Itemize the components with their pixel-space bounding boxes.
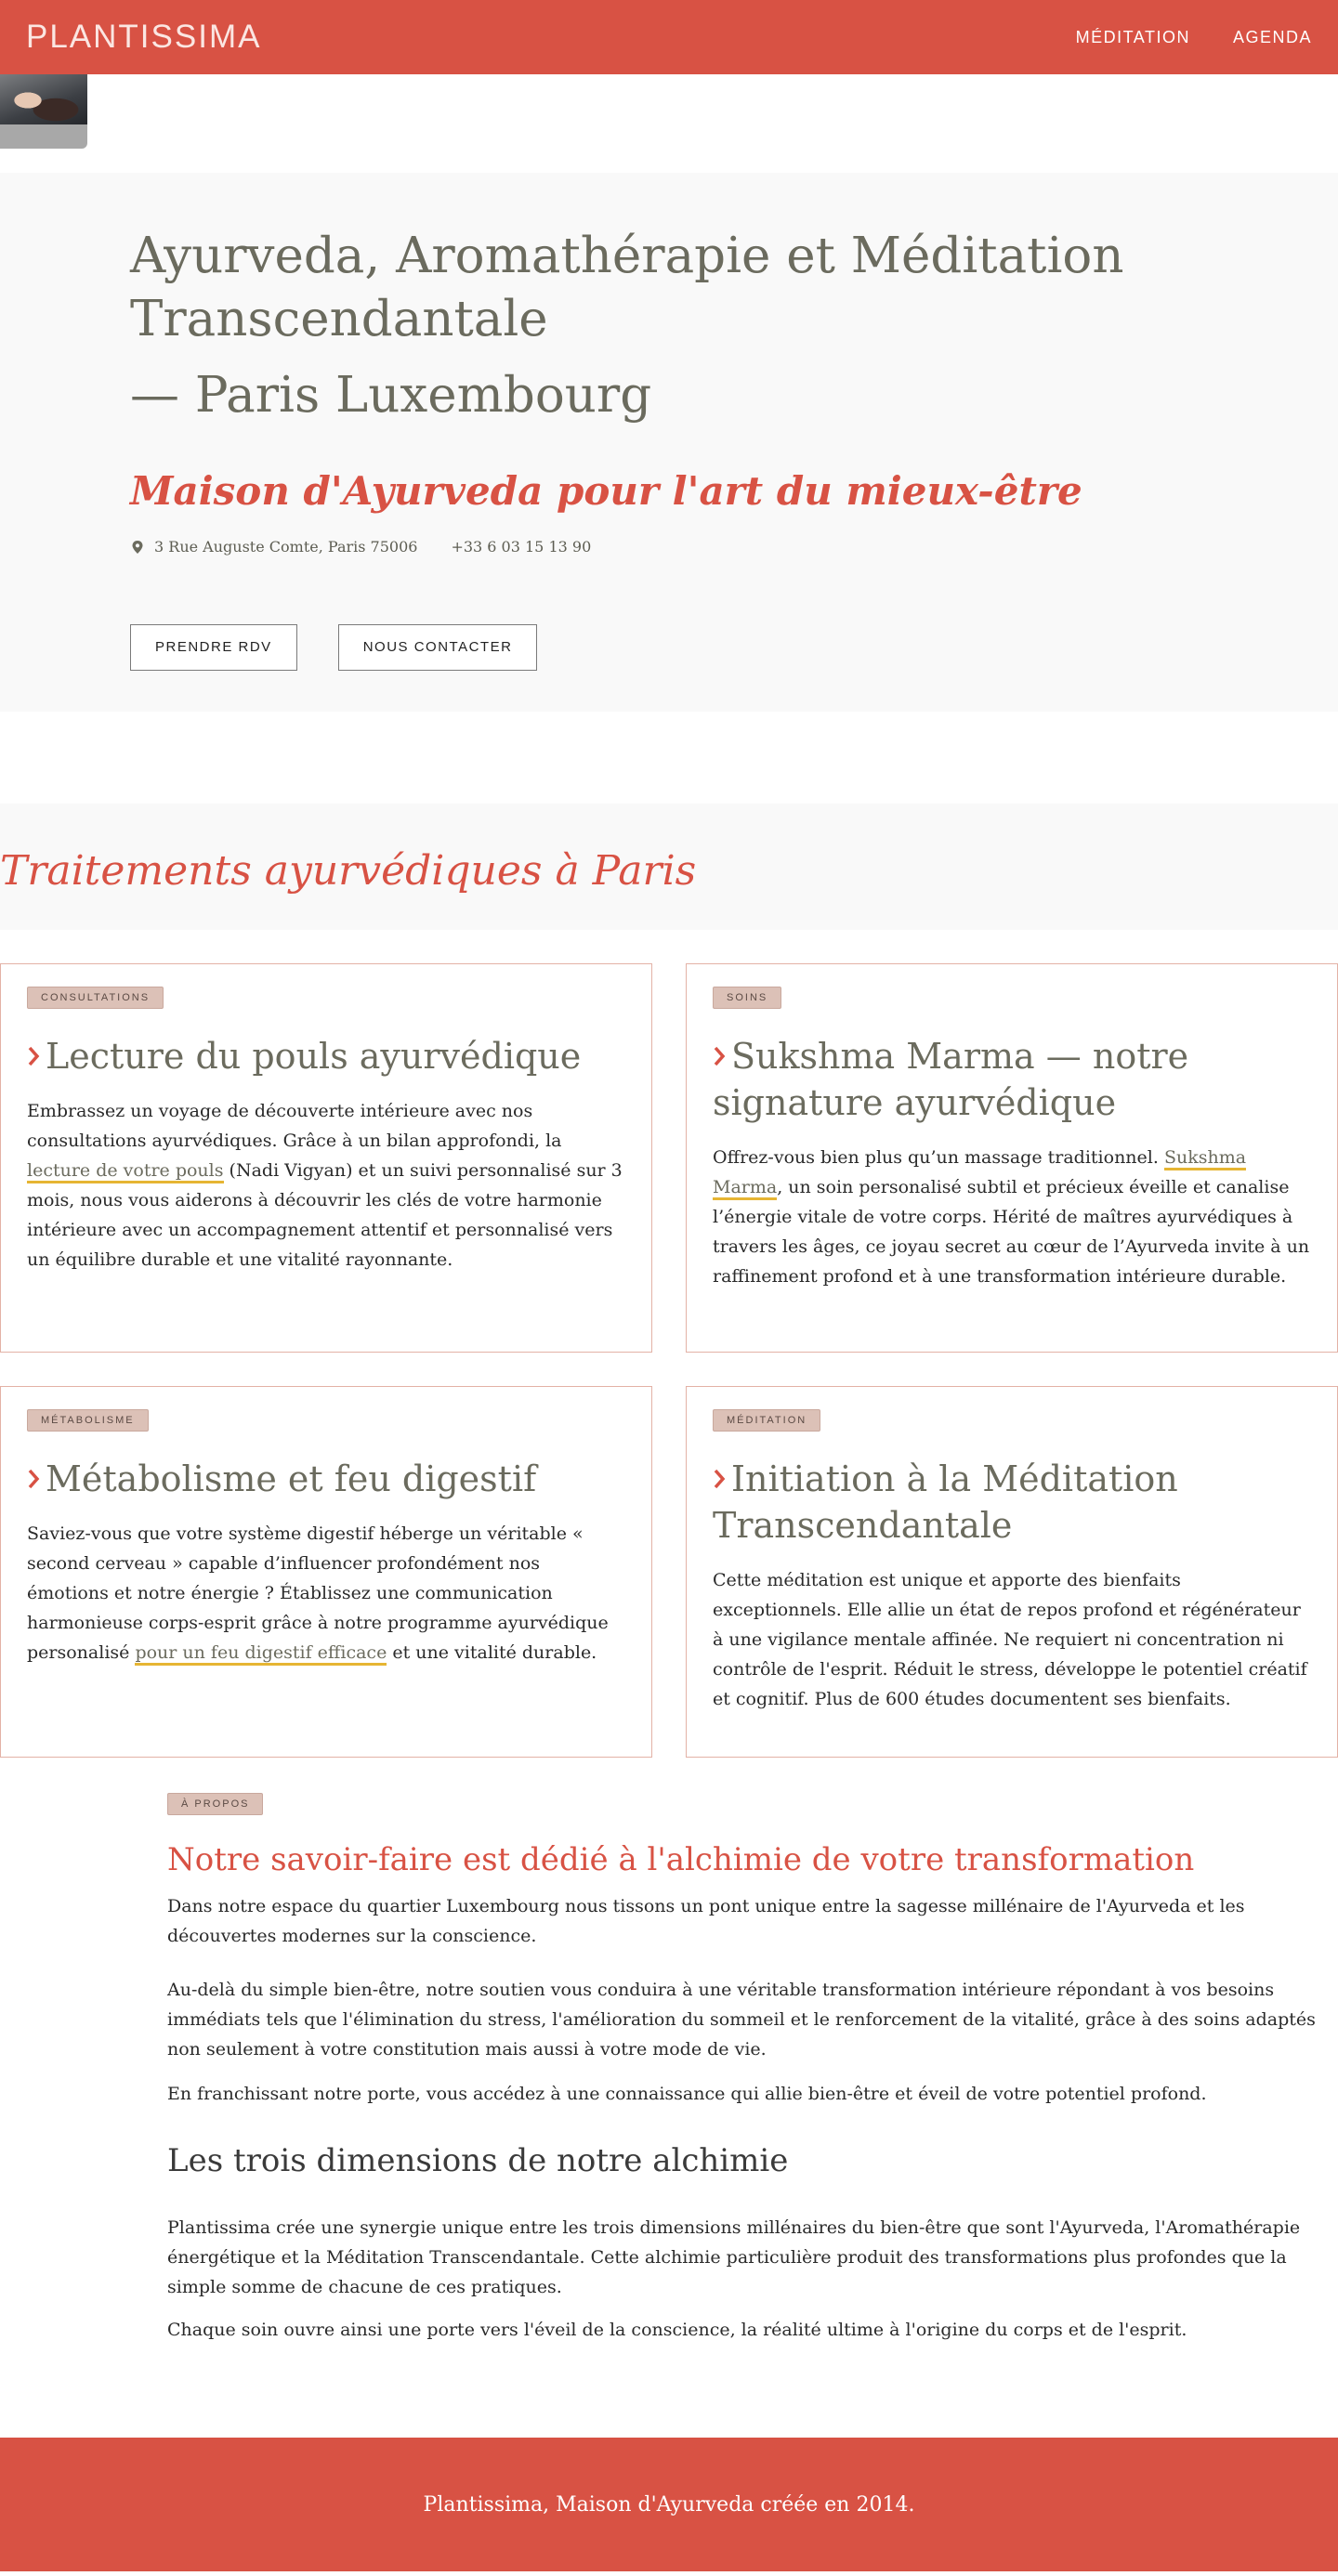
- chevron-right-icon: [714, 1046, 726, 1066]
- treatments-heading-band: Traitements ayurvédiques à Paris: [0, 804, 1338, 930]
- hero-subtitle: Maison d'Ayurveda pour l'art du mieux-êt…: [130, 468, 1082, 514]
- dimensions-heading: Les trois dimensions de notre alchimie: [167, 2142, 789, 2179]
- card-title[interactable]: Sukshma Marma — notre signature ayurvédi…: [713, 1033, 1311, 1126]
- card-meditation: MÉDITATION Initiation à la Méditation Tr…: [686, 1386, 1338, 1758]
- card-soins: SOINS Sukshma Marma — notre signature ay…: [686, 963, 1338, 1353]
- location-pin-icon: [132, 540, 143, 554]
- card-description: Saviez-vous que votre système digestif h…: [27, 1519, 625, 1667]
- about-paragraph: Dans notre espace du quartier Luxembourg…: [167, 1896, 1245, 1946]
- category-tag: CONSULTATIONS: [27, 987, 164, 1009]
- about-tag: À PROPOS: [167, 1793, 264, 1815]
- card-description: Offrez-vous bien plus qu’un massage trad…: [713, 1143, 1311, 1291]
- about-paragraph: Au-delà du simple bien-être, notre souti…: [167, 1980, 1316, 2059]
- card-title-text: Sukshma Marma — notre signature ayurvédi…: [713, 1036, 1189, 1123]
- card-text-before: Embrassez un voyage de découverte intéri…: [27, 1101, 562, 1151]
- contact-row: 3 Rue Auguste Comte, Paris 75006 +33 6 0…: [130, 538, 1338, 556]
- card-title[interactable]: Initiation à la Méditation Transcendanta…: [713, 1456, 1311, 1549]
- card-title-text: Initiation à la Méditation Transcendanta…: [713, 1458, 1178, 1546]
- category-tag: MÉDITATION: [713, 1409, 821, 1432]
- pulse-reading-link[interactable]: lecture de votre pouls: [27, 1160, 224, 1183]
- category-tag: SOINS: [713, 987, 782, 1009]
- card-description: Cette méditation est unique et apporte d…: [713, 1570, 1307, 1709]
- treatments-heading: Traitements ayurvédiques à Paris: [0, 846, 697, 895]
- nav-link-agenda[interactable]: AGENDA: [1233, 28, 1312, 47]
- massage-photo: [0, 74, 87, 124]
- book-appointment-button[interactable]: PRENDRE RDV: [130, 624, 297, 671]
- contact-us-button[interactable]: NOUS CONTACTER: [337, 624, 538, 671]
- card-consultations: CONSULTATIONS Lecture du pouls ayurvédiq…: [0, 963, 652, 1353]
- site-logo[interactable]: PLANTISSIMA: [26, 19, 261, 56]
- phone-number[interactable]: +33 6 03 15 13 90: [451, 538, 591, 556]
- about-title: Notre savoir-faire est dédié à l'alchimi…: [167, 1841, 1195, 1878]
- card-metabolisme: MÉTABOLISME Métabolisme et feu digestif …: [0, 1386, 652, 1758]
- footer-text: Plantissima, Maison d'Ayurveda créée en …: [423, 2492, 915, 2517]
- hero-title: Ayurveda, Aromathérapie et Méditation Tr…: [130, 228, 1124, 347]
- hero-city: — Paris Luxembourg: [130, 367, 652, 424]
- card-text-after: et une vitalité durable.: [387, 1642, 597, 1663]
- address-text: 3 Rue Auguste Comte, Paris 75006: [154, 538, 418, 556]
- card-text-before: Offrez-vous bien plus qu’un massage trad…: [713, 1147, 1164, 1168]
- card-title[interactable]: Métabolisme et feu digestif: [27, 1456, 625, 1502]
- chevron-right-icon: [28, 1046, 40, 1066]
- nav-link-meditation[interactable]: MÉDITATION: [1076, 28, 1190, 47]
- card-description: Embrassez un voyage de découverte intéri…: [27, 1096, 625, 1275]
- main-nav: MÉDITATION AGENDA: [1076, 28, 1312, 47]
- hero-buttons: PRENDRE RDV NOUS CONTACTER: [130, 624, 1338, 671]
- site-footer: Plantissima, Maison d'Ayurveda créée en …: [0, 2438, 1338, 2571]
- digestive-fire-link[interactable]: pour un feu digestif efficace: [135, 1642, 387, 1666]
- chevron-right-icon: [714, 1469, 726, 1489]
- chevron-right-icon: [28, 1469, 40, 1489]
- treatment-cards: CONSULTATIONS Lecture du pouls ayurvédiq…: [0, 963, 1338, 1758]
- category-tag: MÉTABOLISME: [27, 1409, 149, 1432]
- hero-section: Ayurveda, Aromathérapie et Méditation Tr…: [0, 173, 1338, 712]
- about-section: À PROPOS Notre savoir-faire est dédié à …: [0, 1758, 1338, 2345]
- about-paragraph: En franchissant notre porte, vous accéde…: [167, 2084, 1207, 2104]
- top-navigation-bar: PLANTISSIMA MÉDITATION AGENDA: [0, 0, 1338, 149]
- card-title-text: Lecture du pouls ayurvédique: [46, 1036, 582, 1077]
- about-paragraph: Plantissima crée une synergie unique ent…: [167, 2217, 1301, 2297]
- thumbnail-image[interactable]: [0, 74, 87, 149]
- card-title[interactable]: Lecture du pouls ayurvédique: [27, 1033, 625, 1079]
- card-text-after: , un soin personalisé subtil et précieux…: [713, 1177, 1310, 1287]
- about-paragraph: Chaque soin ouvre ainsi une porte vers l…: [167, 2320, 1187, 2340]
- card-title-text: Métabolisme et feu digestif: [46, 1458, 537, 1499]
